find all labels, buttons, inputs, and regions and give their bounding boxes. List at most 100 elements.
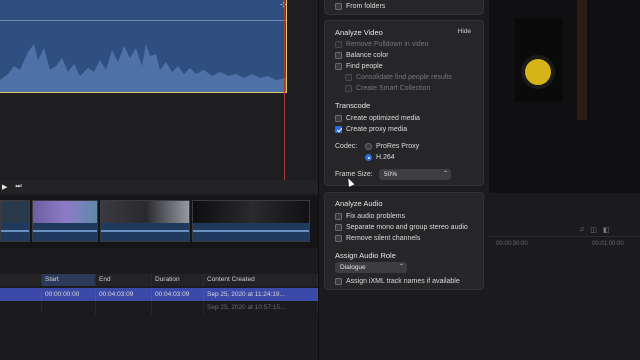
balance-color-label: Balance color [346, 52, 389, 59]
table-row[interactable]: 00:00:00:00 00:04:03:09 00:04:03:09 Sep … [0, 288, 318, 301]
timecode-label: 00:00:30:00 [496, 241, 528, 247]
skimming-icon[interactable]: ◫ [590, 226, 597, 236]
audio-role-heading: Assign Audio Role [335, 251, 396, 260]
audio-waveform-area[interactable]: ⊹ [0, 0, 318, 180]
clip-thumbnail[interactable] [0, 200, 30, 242]
audio-waveform[interactable] [0, 0, 287, 93]
cell-start: 00:00:00:00 [42, 288, 96, 301]
column-header-start[interactable]: Start [42, 274, 96, 286]
clip-frame [33, 201, 97, 223]
codec-prores-option[interactable]: ProRes Proxy [365, 141, 419, 152]
background-object-image [577, 0, 587, 120]
fix-audio-checkbox[interactable] [335, 213, 342, 220]
clip-audio [33, 223, 97, 241]
cell-content-created: Sep 25, 2020 at 10:57:15... [204, 301, 318, 314]
waveform-volume-line[interactable] [0, 20, 287, 21]
codec-label: Codec: [335, 143, 358, 150]
hide-button[interactable]: Hide [458, 28, 471, 35]
browser-list: Start End Duration Content Created 00:00… [0, 272, 318, 360]
separate-mono-checkbox[interactable] [335, 224, 342, 231]
remove-silent-option[interactable]: Remove silent channels [335, 233, 420, 244]
table-header: Start End Duration Content Created [0, 274, 318, 286]
clip-frame [1, 201, 29, 223]
analyze-audio-heading: Analyze Audio [335, 199, 383, 208]
cell-end: 00:04:03:09 [96, 288, 152, 301]
table-row[interactable]: Sep 25, 2020 at 10:57:15... [0, 301, 318, 314]
analyze-video-group: Analyze Video Hide Remove Pulldown in vi… [324, 20, 484, 186]
chevron-updown-icon: ⌃ [442, 171, 448, 177]
zoom-icon[interactable]: ◧ [603, 226, 610, 236]
optimized-media-option[interactable]: Create optimized media [335, 113, 420, 124]
frame-size-select[interactable]: 50% ⌃ [379, 169, 451, 180]
clip-thumbnail[interactable] [32, 200, 98, 242]
clip-audio [1, 223, 29, 241]
find-people-label: Find people [346, 63, 383, 70]
ixml-option[interactable]: Assign iXML track names if available [335, 276, 460, 287]
from-folders-option[interactable]: From folders [335, 1, 385, 12]
codec-h264-label: H.264 [376, 154, 395, 161]
optimized-media-checkbox[interactable] [335, 115, 342, 122]
column-header-duration[interactable]: Duration [152, 274, 204, 286]
find-people-option[interactable]: Find people [335, 61, 383, 72]
timeline-toolbar: ♫ ◫ ◧ [489, 226, 640, 236]
clip-thumbnail[interactable] [192, 200, 310, 242]
smart-collection-checkbox [345, 85, 352, 92]
clip-frame [101, 201, 189, 223]
from-folders-label: From folders [346, 3, 386, 10]
fix-audio-label: Fix audio problems [346, 213, 406, 220]
cell-content-created: Sep 25, 2020 at 11:24:19... [204, 288, 318, 301]
clip-audio [101, 223, 189, 241]
column-header-end[interactable]: End [96, 274, 152, 286]
remove-silent-checkbox[interactable] [335, 235, 342, 242]
play-icon[interactable]: ▶ [2, 183, 7, 191]
playhead[interactable] [284, 0, 285, 180]
audio-role-select[interactable]: Dialogue ⌃ [335, 262, 407, 273]
pane-divider[interactable] [318, 0, 319, 360]
balance-color-option[interactable]: Balance color [335, 50, 388, 61]
column-header-content-created[interactable]: Content Created [204, 274, 318, 286]
remove-pulldown-option: Remove Pulldown in video [335, 39, 429, 50]
codec-h264-option[interactable]: H.264 [365, 152, 395, 163]
video-viewer[interactable] [489, 0, 640, 193]
cell-name [0, 288, 42, 301]
timecode-label: 00:01:00:00 [592, 241, 624, 247]
separate-mono-option[interactable]: Separate mono and group stereo audio [335, 222, 468, 233]
optimized-media-label: Create optimized media [346, 115, 420, 122]
column-header-name[interactable] [0, 274, 42, 286]
ixml-checkbox[interactable] [335, 278, 342, 285]
timeline-area[interactable] [489, 193, 640, 360]
balance-color-checkbox[interactable] [335, 52, 342, 59]
clip-thumbnail[interactable] [100, 200, 190, 242]
separate-mono-label: Separate mono and group stereo audio [346, 224, 468, 231]
proxy-media-option[interactable]: Create proxy media [335, 124, 407, 135]
from-folders-checkbox[interactable] [335, 3, 342, 10]
consolidate-checkbox [345, 74, 352, 81]
ixml-label: Assign iXML track names if available [346, 278, 460, 285]
cell-start [42, 301, 96, 314]
fix-audio-option[interactable]: Fix audio problems [335, 211, 405, 222]
frame-size-value: 50% [384, 171, 398, 178]
proxy-media-label: Create proxy media [346, 126, 408, 133]
frame-size-label: Frame Size: [335, 171, 373, 178]
consolidate-label: Consolidate find people results [356, 74, 452, 81]
cell-duration: 00:04:03:09 [152, 288, 204, 301]
proxy-media-checkbox[interactable] [335, 126, 342, 133]
transcode-heading: Transcode [335, 101, 371, 110]
filmstrip[interactable] [0, 196, 318, 248]
find-people-checkbox[interactable] [335, 63, 342, 70]
next-frame-icon[interactable]: ⏭ [15, 183, 21, 191]
timeline-ruler [489, 236, 640, 237]
speaker-cone-image [521, 55, 555, 89]
transport-bar: ▶ ⏭ [0, 180, 318, 194]
codec-prores-radio[interactable] [365, 143, 372, 150]
remove-silent-label: Remove silent channels [346, 235, 421, 242]
smart-collection-option: Create Smart Collection [345, 83, 430, 94]
smart-collection-label: Create Smart Collection [356, 85, 431, 92]
remove-pulldown-label: Remove Pulldown in video [346, 41, 429, 48]
clip-frame [193, 201, 309, 223]
headphones-icon[interactable]: ♫ [579, 226, 584, 236]
clip-audio [193, 223, 309, 241]
analyze-audio-group: Analyze Audio Fix audio problems Separat… [324, 192, 484, 290]
audio-role-value: Dialogue [340, 264, 366, 271]
codec-h264-radio[interactable] [365, 154, 372, 161]
